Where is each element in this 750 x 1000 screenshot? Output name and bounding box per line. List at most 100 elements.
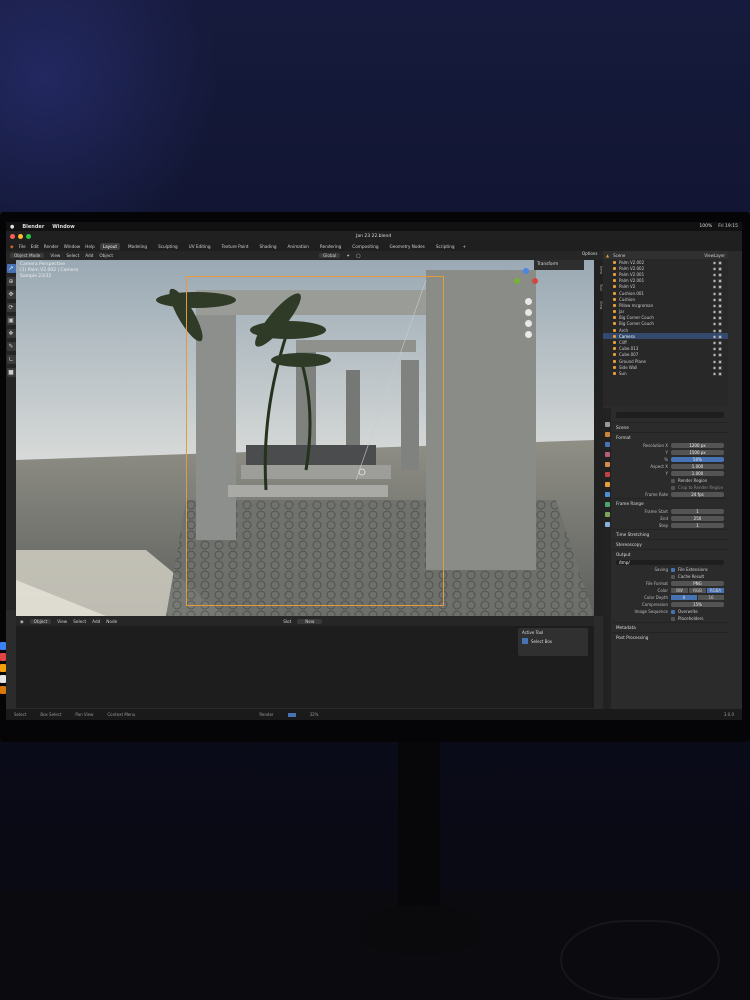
placeholders-checkbox[interactable] <box>671 616 675 621</box>
perspective-toggle-icon[interactable] <box>525 331 532 338</box>
color-rgba-button[interactable]: RGBA <box>707 587 724 594</box>
menu-window[interactable]: Window <box>64 244 81 249</box>
visibility-icons[interactable]: ◉▣ <box>713 371 724 376</box>
visibility-icons[interactable]: ◉▣ <box>713 365 724 370</box>
zoom-icon[interactable] <box>525 298 532 305</box>
cache-result-checkbox[interactable] <box>671 574 675 579</box>
minimize-window-button[interactable] <box>18 234 23 239</box>
menu-edit[interactable]: Edit <box>31 244 39 249</box>
menu-file[interactable]: File <box>19 244 26 249</box>
camera-view-icon[interactable] <box>525 320 532 327</box>
frame-step-field[interactable]: 1 <box>671 522 724 529</box>
node-view-menu[interactable]: View <box>57 619 67 624</box>
visibility-icons[interactable]: ◉▣ <box>713 328 724 333</box>
tab-rendering[interactable]: Rendering <box>317 243 344 250</box>
overwrite-checkbox[interactable] <box>671 609 675 614</box>
resolution-percent-field[interactable]: 50% <box>671 456 724 463</box>
color-bw-button[interactable]: BW <box>671 587 688 594</box>
compression-slider[interactable]: 15% <box>671 601 724 608</box>
data-properties-icon[interactable] <box>604 522 610 527</box>
visibility-icons[interactable]: ◉▣ <box>713 321 724 326</box>
snap-icon[interactable]: ✦ <box>346 253 350 258</box>
tab-scripting[interactable]: Scripting <box>433 243 458 250</box>
visibility-icons[interactable]: ◉▣ <box>713 278 724 283</box>
view-menu[interactable]: View <box>50 253 60 258</box>
output-panel-header[interactable]: Output <box>612 549 728 559</box>
format-panel-header[interactable]: Format <box>612 432 728 442</box>
view-layer-name[interactable]: ViewLayer <box>704 253 725 258</box>
editor-type-icon[interactable]: ◉ <box>20 619 24 624</box>
slot-select[interactable]: Slot <box>283 619 291 624</box>
object-menu[interactable]: Object <box>99 253 113 258</box>
modifier-properties-icon[interactable] <box>604 492 610 497</box>
resolution-y-field[interactable]: 1500 px <box>671 449 724 456</box>
tab-layout[interactable]: Layout <box>99 243 121 250</box>
tab-geometry-nodes[interactable]: Geometry Nodes <box>387 243 428 250</box>
color-rgb-button[interactable]: RGB <box>689 587 706 594</box>
metadata-panel-header[interactable]: Metadata <box>612 622 728 632</box>
zoom-window-button[interactable] <box>26 234 31 239</box>
render-properties-icon[interactable] <box>604 432 610 437</box>
object-select[interactable]: Object <box>29 618 52 624</box>
tab-texture-paint[interactable]: Texture Paint <box>219 243 252 250</box>
add-cube-tool-icon[interactable]: ■ <box>6 368 16 377</box>
transform-tool-icon[interactable]: ❖ <box>6 329 16 338</box>
visibility-icons[interactable]: ◉▣ <box>713 359 724 364</box>
view-layer-properties-icon[interactable] <box>604 452 610 457</box>
apple-icon[interactable]: ● <box>10 224 14 230</box>
menu-help[interactable]: Help <box>85 244 95 249</box>
move-tool-icon[interactable]: ✥ <box>6 290 16 299</box>
visibility-icons[interactable]: ◉▣ <box>713 315 724 320</box>
constraint-properties-icon[interactable] <box>604 512 610 517</box>
crop-checkbox[interactable] <box>671 485 675 490</box>
visibility-icons[interactable]: ◉▣ <box>713 266 724 271</box>
battery-status[interactable]: 100% <box>699 224 712 229</box>
add-menu[interactable]: Add <box>85 253 93 258</box>
active-tool-title[interactable]: Active Tool <box>522 630 584 635</box>
select-tool-icon[interactable]: ↗ <box>6 264 16 273</box>
visibility-icons[interactable]: ◉▣ <box>713 309 724 314</box>
navigation-gizmo[interactable] <box>514 268 538 292</box>
3d-viewport[interactable] <box>16 260 594 616</box>
tab-animation[interactable]: Animation <box>285 243 312 250</box>
visibility-icons[interactable]: ◉▣ <box>713 352 724 357</box>
menu-render[interactable]: Render <box>44 244 59 249</box>
add-workspace-icon[interactable]: + <box>463 244 467 249</box>
node-select-menu[interactable]: Select <box>73 619 86 624</box>
file-extensions-checkbox[interactable] <box>671 567 675 572</box>
frame-end-field[interactable]: 250 <box>671 515 724 522</box>
world-properties-icon[interactable] <box>604 472 610 477</box>
cursor-tool-icon[interactable]: ⊕ <box>6 277 16 286</box>
new-material-button[interactable]: New <box>297 618 323 624</box>
rotate-tool-icon[interactable]: ⟳ <box>6 303 16 312</box>
visibility-icons[interactable]: ◉▣ <box>713 260 724 265</box>
frame-start-field[interactable]: 1 <box>671 508 724 515</box>
tab-sculpting[interactable]: Sculpting <box>155 243 181 250</box>
post-processing-panel-header[interactable]: Post Processing <box>612 632 728 642</box>
proportional-edit-icon[interactable]: ◯ <box>356 253 361 258</box>
transform-panel-tab[interactable]: Transform <box>534 260 584 270</box>
visibility-icons[interactable]: ◉▣ <box>713 346 724 351</box>
physics-properties-icon[interactable] <box>604 502 610 507</box>
sidebar-tab-tool[interactable]: Tool <box>594 284 603 291</box>
file-format-select[interactable]: PNG <box>671 580 724 587</box>
tool-properties-icon[interactable] <box>604 422 610 427</box>
node-add-menu[interactable]: Add <box>92 619 100 624</box>
frame-range-panel-header[interactable]: Frame Range <box>612 498 728 508</box>
aspect-y-field[interactable]: 1.000 <box>671 470 724 477</box>
tab-shading[interactable]: Shading <box>257 243 280 250</box>
node-menu[interactable]: Node <box>106 619 117 624</box>
object-properties-icon[interactable] <box>604 482 610 487</box>
menu-window[interactable]: Window <box>52 224 74 230</box>
stereoscopy-panel-header[interactable]: Stereoscopy <box>612 539 728 549</box>
object-mode-select[interactable]: Object Mode <box>10 253 45 258</box>
tab-compositing[interactable]: Compositing <box>349 243 381 250</box>
visibility-icons[interactable]: ◉▣ <box>713 284 724 289</box>
tab-modeling[interactable]: Modeling <box>125 243 150 250</box>
aspect-x-field[interactable]: 1.000 <box>671 463 724 470</box>
blender-logo-icon[interactable]: ◉ <box>10 244 14 249</box>
shader-editor-canvas[interactable] <box>16 626 594 708</box>
app-name[interactable]: Blender <box>22 224 44 230</box>
pan-icon[interactable] <box>525 309 532 316</box>
resolution-x-field[interactable]: 1200 px <box>671 442 724 449</box>
